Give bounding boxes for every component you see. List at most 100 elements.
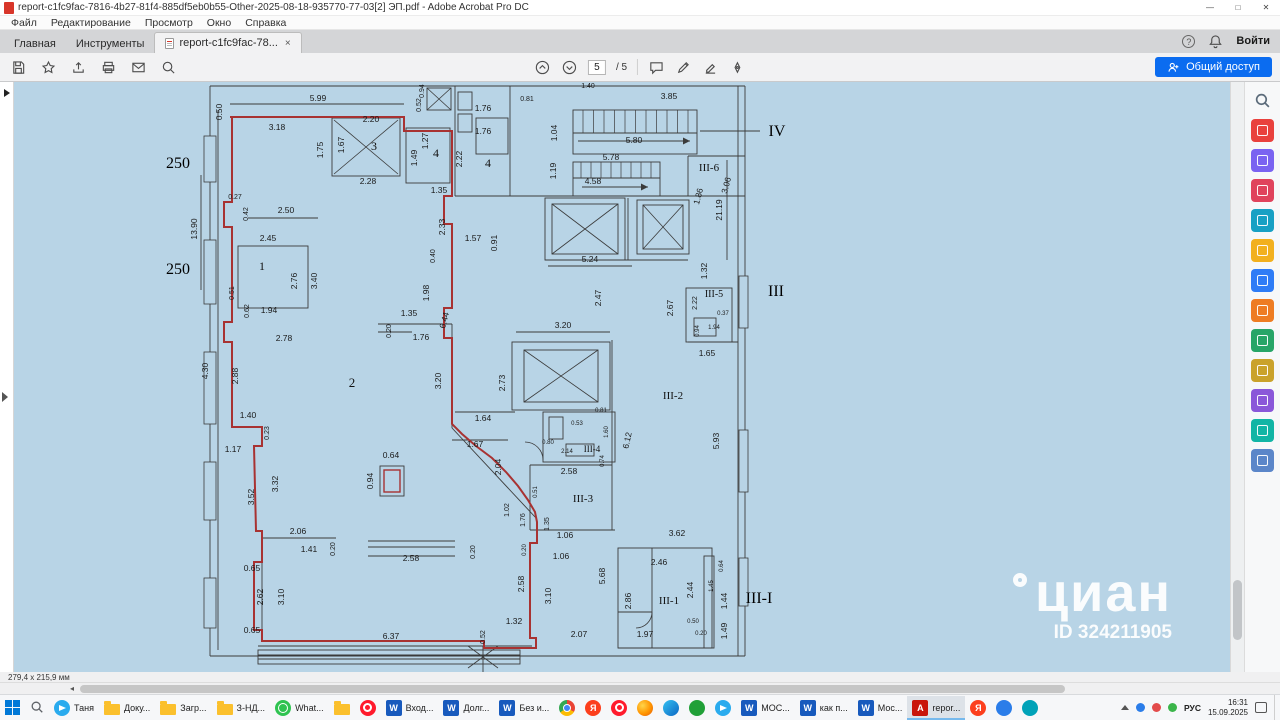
plan-rect <box>258 650 520 664</box>
organize-pages-icon[interactable] <box>1251 299 1274 322</box>
taskbar-item-chrome[interactable] <box>554 696 580 720</box>
page-number-input[interactable]: 5 <box>588 60 606 75</box>
taskbar-item-whatsapp[interactable]: What... <box>270 696 329 720</box>
tray-app-icon-red[interactable] <box>1152 703 1161 712</box>
notifications-bell-icon[interactable] <box>1207 33 1224 50</box>
share-button[interactable]: Общий доступ <box>1155 57 1272 77</box>
document-area[interactable]: 5.990.503.182.201.751.6732.281.271.4940.… <box>14 82 1230 672</box>
taskbar-item-opera[interactable] <box>606 696 632 720</box>
export-pdf-icon[interactable] <box>1251 119 1274 142</box>
window-controls: — □ ✕ <box>1196 0 1280 15</box>
taskbar-item-yandex[interactable]: Я <box>580 696 606 720</box>
start-button[interactable] <box>0 696 25 720</box>
comment-icon[interactable] <box>1251 239 1274 262</box>
vertical-scrollbar-thumb[interactable] <box>1233 580 1242 640</box>
taskbar-item-word[interactable]: Wкак п... <box>795 696 853 720</box>
sign-icon[interactable] <box>1251 389 1274 412</box>
more-tools-icon[interactable] <box>1251 449 1274 472</box>
search-tools-icon[interactable] <box>1251 89 1274 112</box>
plan-rect <box>549 417 563 439</box>
action-center-icon[interactable] <box>1255 702 1267 713</box>
taskbar-item-word[interactable]: WВход... <box>381 696 439 720</box>
page-up-icon[interactable] <box>534 59 551 76</box>
taskbar-item-green[interactable] <box>684 696 710 720</box>
share-person-icon <box>1167 61 1180 74</box>
comment-icon[interactable] <box>648 59 665 76</box>
save-icon[interactable] <box>10 59 27 76</box>
taskbar-search-button[interactable] <box>25 696 49 720</box>
taskbar-item-telegram[interactable]: Таня <box>49 696 99 720</box>
dimension-label: 1.02 <box>504 503 511 517</box>
expand-nav-arrow-icon[interactable] <box>4 89 10 97</box>
email-icon[interactable] <box>130 59 147 76</box>
compress-pdf-icon[interactable] <box>1251 329 1274 352</box>
dimension-label: 2.73 <box>497 374 507 391</box>
share-button-label: Общий доступ <box>1186 61 1260 73</box>
taskbar-item-edge[interactable] <box>658 696 684 720</box>
dimension-label: 2.88 <box>230 367 240 384</box>
fill-sign-icon[interactable] <box>1251 359 1274 382</box>
tray-expand-caret-icon[interactable] <box>1121 705 1129 710</box>
taskbar-item-telegram[interactable] <box>710 696 736 720</box>
page-down-icon[interactable] <box>561 59 578 76</box>
clock-time: 16:31 <box>1228 698 1248 707</box>
close-tab-icon[interactable]: × <box>285 38 291 49</box>
dimension-label: 2.58 <box>561 466 578 476</box>
close-button[interactable]: ✕ <box>1252 0 1280 15</box>
menu-item[interactable]: Справка <box>238 17 293 29</box>
pencil-icon[interactable] <box>675 59 692 76</box>
menu-item[interactable]: Окно <box>200 17 238 29</box>
send-review-icon[interactable] <box>1251 419 1274 442</box>
highlighter-icon[interactable] <box>702 59 719 76</box>
taskbar-item-word[interactable]: WБез и... <box>494 696 554 720</box>
help-icon[interactable]: ? <box>1182 35 1195 48</box>
taskbar-item-teal[interactable] <box>1017 696 1043 720</box>
star-icon[interactable] <box>40 59 57 76</box>
horizontal-scrollbar[interactable]: ◂ <box>0 682 1280 694</box>
taskbar-item-folder[interactable]: Загр... <box>155 696 211 720</box>
taskbar-item-firefox[interactable] <box>632 696 658 720</box>
horizontal-scrollbar-thumb[interactable] <box>80 685 1065 693</box>
taskbar-item-blue[interactable] <box>991 696 1017 720</box>
tab-document[interactable]: report-c1fc9fac-78...× <box>154 32 301 53</box>
taskbar-item-folder[interactable]: Доку... <box>99 696 155 720</box>
clock[interactable]: 16:31 15.09.2025 <box>1208 698 1248 718</box>
language-indicator[interactable]: РУС <box>1184 703 1201 713</box>
minimize-button[interactable]: — <box>1196 0 1224 15</box>
signin-button[interactable]: Войти <box>1236 35 1270 49</box>
telegram-icon <box>715 700 731 716</box>
create-pdf-icon[interactable] <box>1251 179 1274 202</box>
taskbar-item-word[interactable]: WДолг... <box>438 696 494 720</box>
edit-pdf-icon[interactable] <box>1251 149 1274 172</box>
taskbar-item-word[interactable]: WМос... <box>853 696 908 720</box>
print-icon[interactable] <box>100 59 117 76</box>
menu-item[interactable]: Редактирование <box>44 17 138 29</box>
combine-files-icon[interactable] <box>1251 209 1274 232</box>
taskbar-item-word[interactable]: WМОС... <box>736 696 795 720</box>
show-desktop-button[interactable] <box>1274 695 1278 720</box>
upload-icon[interactable] <box>70 59 87 76</box>
dimension-label: 2.07 <box>571 629 588 639</box>
panel-handle-arrow-icon[interactable] <box>2 392 8 402</box>
taskbar-item-acrobat[interactable]: Arepor... <box>907 696 965 720</box>
taskbar-item-folder[interactable]: З-НД... <box>212 696 271 720</box>
pen-nib-icon[interactable] <box>729 59 746 76</box>
taskbar-item-folder[interactable] <box>329 696 355 720</box>
tab-home[interactable]: Главная <box>4 34 66 53</box>
stamp-icon[interactable] <box>1251 269 1274 292</box>
dimension-label: 5.93 <box>711 432 721 449</box>
tray-app-icon-blue[interactable] <box>1136 703 1145 712</box>
zone-label: III-2 <box>663 390 683 402</box>
maximize-button[interactable]: □ <box>1224 0 1252 15</box>
scroll-left-arrow-icon[interactable]: ◂ <box>70 684 74 693</box>
red-column-outline <box>384 470 400 492</box>
search-icon[interactable] <box>160 59 177 76</box>
dimension-label: 2.44 <box>685 581 695 598</box>
menu-item[interactable]: Просмотр <box>138 17 200 29</box>
tab-tools[interactable]: Инструменты <box>66 34 155 53</box>
tray-app-icon-green[interactable] <box>1168 703 1177 712</box>
taskbar-item-yandex[interactable]: Я <box>965 696 991 720</box>
menu-item[interactable]: Файл <box>4 17 44 29</box>
vertical-scrollbar[interactable] <box>1230 82 1244 672</box>
taskbar-item-opera[interactable] <box>355 696 381 720</box>
